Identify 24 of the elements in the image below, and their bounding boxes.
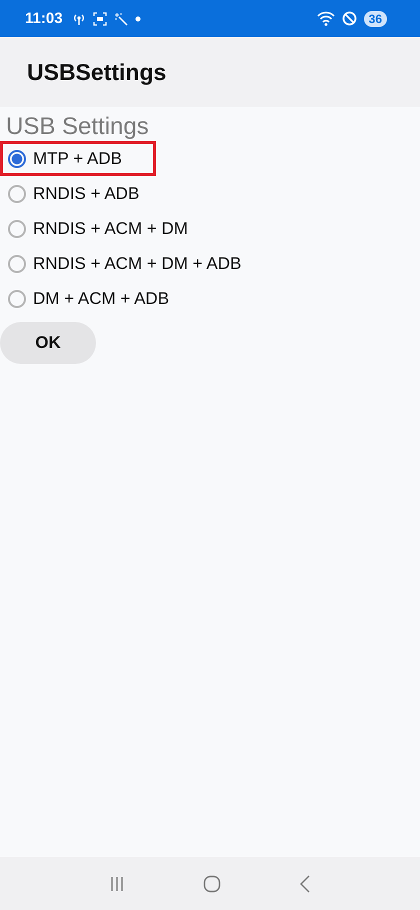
- radio-option[interactable]: RNDIS + ACM + DM: [5, 214, 188, 243]
- clock: 11:03: [25, 10, 63, 27]
- radio-button[interactable]: [8, 290, 26, 308]
- ok-button[interactable]: OK: [0, 322, 96, 364]
- radio-button[interactable]: [8, 254, 26, 272]
- radio-option[interactable]: RNDIS + ADB: [5, 179, 140, 208]
- radio-option[interactable]: RNDIS + ACM + DM + ADB: [5, 249, 242, 278]
- radio-button[interactable]: [8, 150, 26, 168]
- wifi-icon: [316, 11, 335, 26]
- do-not-disturb-icon: [342, 11, 357, 26]
- radio-option[interactable]: MTP + ADB: [5, 144, 122, 173]
- recent-apps-icon[interactable]: [109, 876, 125, 892]
- screenshot-icon: [92, 12, 107, 26]
- magic-wand-icon: [114, 12, 128, 26]
- radio-option[interactable]: DM + ACM + ADB: [5, 284, 170, 313]
- radio-button[interactable]: [8, 220, 26, 238]
- battery-level: 36: [364, 10, 387, 26]
- hotspot-icon: [72, 12, 86, 26]
- notification-dot-icon: [134, 16, 141, 22]
- section-title: USB Settings: [6, 113, 149, 141]
- home-icon[interactable]: [203, 874, 221, 892]
- app-title: USBSettings: [27, 58, 166, 86]
- radio-button[interactable]: [8, 184, 26, 202]
- back-icon[interactable]: [299, 874, 311, 892]
